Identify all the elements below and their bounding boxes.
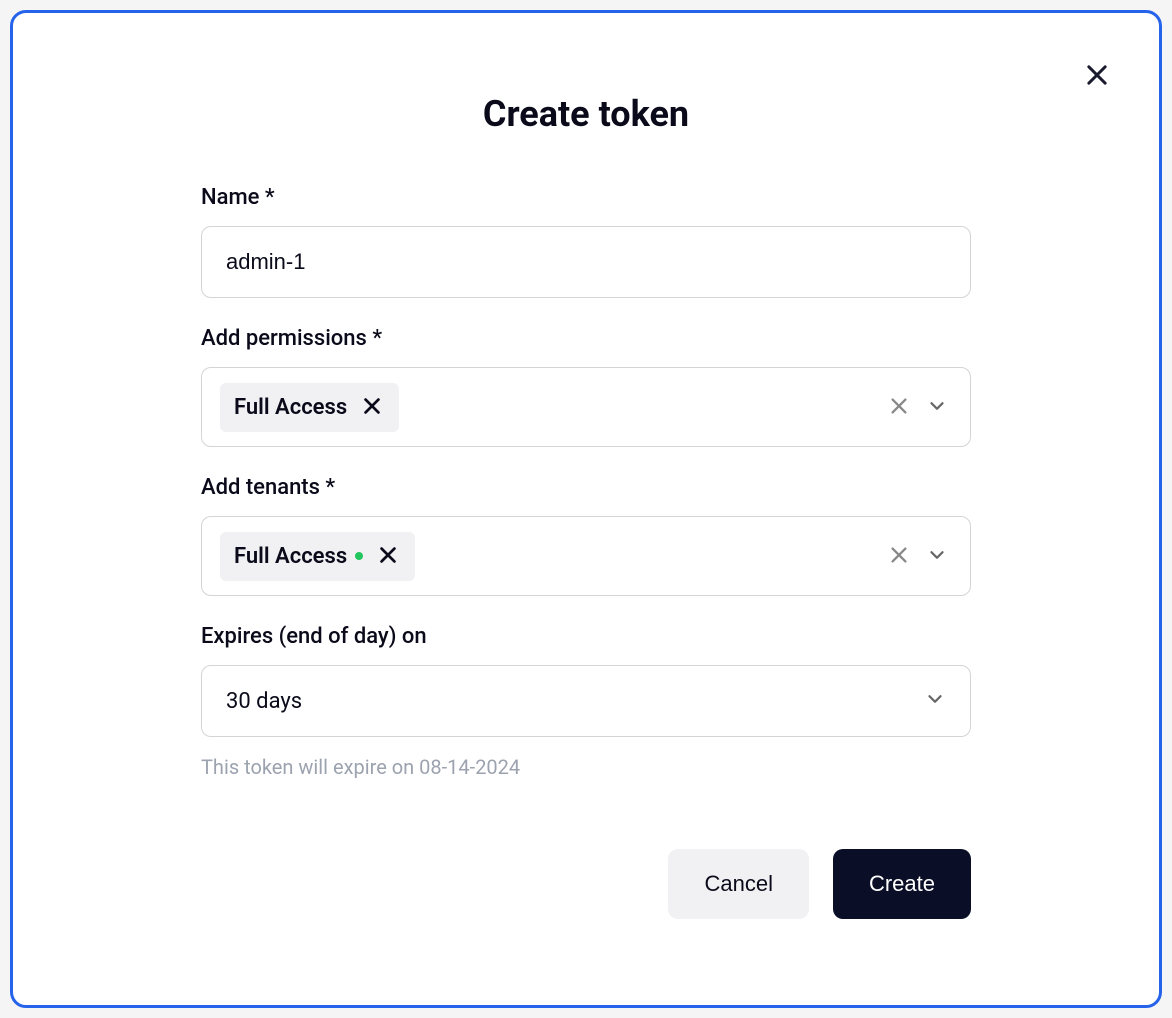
create-token-modal: Create token Name * Add permissions * Fu… bbox=[10, 10, 1162, 1008]
expires-label: Expires (end of day) on bbox=[201, 624, 971, 649]
tenants-field-group: Add tenants * Full Access bbox=[201, 475, 971, 596]
cancel-button[interactable]: Cancel bbox=[668, 849, 808, 919]
expires-field-group: Expires (end of day) on 30 days This tok… bbox=[201, 624, 971, 779]
permissions-dropdown-toggle[interactable] bbox=[922, 391, 952, 424]
expires-select[interactable]: 30 days bbox=[201, 665, 971, 737]
name-label: Name * bbox=[201, 185, 971, 210]
tenants-clear-button[interactable] bbox=[884, 540, 914, 573]
create-button[interactable]: Create bbox=[833, 849, 971, 919]
permissions-clear-button[interactable] bbox=[884, 391, 914, 424]
tenant-chip-text: Full Access bbox=[234, 544, 347, 569]
chevron-down-icon bbox=[926, 395, 948, 420]
permissions-controls bbox=[884, 391, 952, 424]
tenants-dropdown-toggle[interactable] bbox=[922, 540, 952, 573]
button-row: Cancel Create bbox=[201, 849, 971, 919]
close-icon bbox=[888, 544, 910, 569]
chevron-down-icon bbox=[924, 688, 946, 714]
expires-helper-text: This token will expire on 08-14-2024 bbox=[201, 755, 971, 779]
name-input[interactable] bbox=[201, 226, 971, 298]
permissions-label: Add permissions * bbox=[201, 326, 971, 351]
tenant-chip-remove[interactable] bbox=[375, 542, 401, 571]
permission-chip: Full Access bbox=[220, 383, 399, 432]
tenant-chip: Full Access bbox=[220, 532, 415, 581]
tenants-controls bbox=[884, 540, 952, 573]
name-field-group: Name * bbox=[201, 185, 971, 298]
close-icon bbox=[888, 395, 910, 420]
status-dot-icon bbox=[355, 552, 363, 560]
permissions-chips: Full Access bbox=[220, 383, 884, 432]
close-icon bbox=[361, 395, 383, 420]
expires-value: 30 days bbox=[226, 689, 302, 714]
modal-title: Create token bbox=[53, 93, 1119, 135]
permissions-field-group: Add permissions * Full Access bbox=[201, 326, 971, 447]
chevron-down-icon bbox=[926, 544, 948, 569]
permission-chip-remove[interactable] bbox=[359, 393, 385, 422]
tenants-select[interactable]: Full Access bbox=[201, 516, 971, 596]
permissions-select[interactable]: Full Access bbox=[201, 367, 971, 447]
tenants-label: Add tenants * bbox=[201, 475, 971, 500]
close-icon bbox=[1083, 77, 1111, 92]
tenant-chip-label: Full Access bbox=[234, 544, 363, 569]
close-button[interactable] bbox=[1075, 53, 1119, 100]
tenants-chips: Full Access bbox=[220, 532, 884, 581]
form-container: Name * Add permissions * Full Access bbox=[201, 185, 971, 919]
close-icon bbox=[377, 544, 399, 569]
permission-chip-label: Full Access bbox=[234, 395, 347, 420]
